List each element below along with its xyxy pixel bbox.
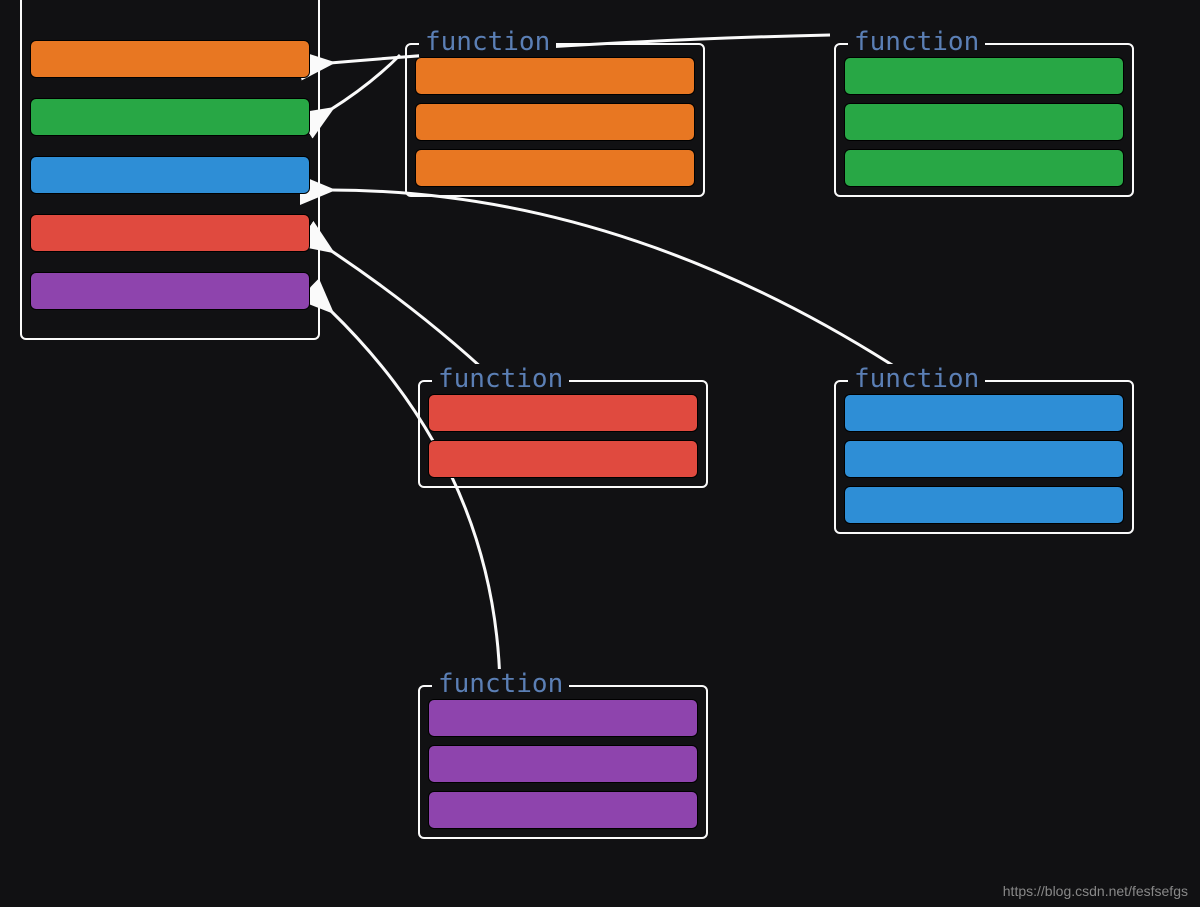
- box-fn-blue: function: [834, 380, 1134, 534]
- box-label: function: [848, 27, 985, 57]
- bar-purple: [428, 745, 698, 783]
- bar-purple: [428, 699, 698, 737]
- bar-red: [428, 440, 698, 478]
- bar-red: [30, 214, 310, 252]
- box-label: function: [432, 669, 569, 699]
- box-fn-orange: function: [405, 43, 705, 197]
- bar-blue: [30, 156, 310, 194]
- box-fn-purple: function: [418, 685, 708, 839]
- box-target: [20, 0, 320, 340]
- bar-blue: [844, 486, 1124, 524]
- bar-orange: [415, 103, 695, 141]
- bar-green: [844, 149, 1124, 187]
- bar-orange: [415, 149, 695, 187]
- bar-green: [30, 98, 310, 136]
- box-fn-green: function: [834, 43, 1134, 197]
- box-fn-red: function: [418, 380, 708, 488]
- bar-orange: [30, 40, 310, 78]
- bar-blue: [844, 440, 1124, 478]
- arrow: [330, 250, 495, 380]
- bar-blue: [844, 394, 1124, 432]
- bar-red: [428, 394, 698, 432]
- box-label: function: [432, 364, 569, 394]
- bar-purple: [428, 791, 698, 829]
- bar-green: [844, 103, 1124, 141]
- bar-purple: [30, 272, 310, 310]
- watermark: https://blog.csdn.net/fesfsefgs: [1003, 883, 1188, 899]
- arrow: [330, 55, 400, 110]
- box-label: function: [848, 364, 985, 394]
- bar-green: [844, 57, 1124, 95]
- arrow: [330, 190, 900, 370]
- bar-orange: [415, 57, 695, 95]
- box-label: function: [419, 27, 556, 57]
